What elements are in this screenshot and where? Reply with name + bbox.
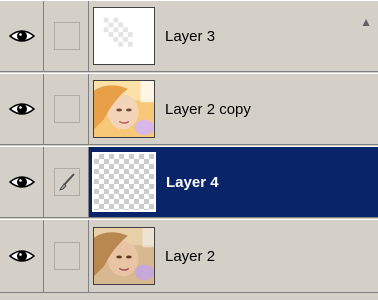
- layers-panel: Layer 3 ▲ Layer 2 copy Layer 4 Layer 2: [0, 0, 378, 300]
- layer-main[interactable]: Layer 2: [89, 220, 378, 292]
- layer-row-layer-3[interactable]: Layer 3 ▲: [0, 0, 378, 72]
- link-toggle[interactable]: [45, 74, 89, 144]
- layer-row-layer-2[interactable]: Layer 2: [0, 219, 378, 300]
- link-toggle[interactable]: [45, 220, 89, 292]
- panel-footer: [0, 292, 378, 300]
- layer-thumbnail: [93, 7, 155, 65]
- layer-name: Layer 3: [165, 27, 216, 45]
- layer-thumbnail: [92, 152, 156, 212]
- paintbrush-icon: [58, 173, 75, 191]
- eye-icon: [8, 250, 35, 262]
- link-box: [53, 95, 80, 123]
- layer-name: Layer 4: [166, 173, 219, 191]
- link-box: [53, 22, 80, 50]
- link-toggle[interactable]: [45, 1, 89, 71]
- visibility-toggle[interactable]: [0, 147, 44, 217]
- link-box: [53, 168, 80, 196]
- layer-row-layer-2-copy[interactable]: Layer 2 copy: [0, 73, 378, 145]
- eye-icon: [8, 30, 35, 42]
- layer-name: Layer 2: [165, 247, 216, 265]
- layer-row-layer-4[interactable]: Layer 4: [0, 146, 378, 218]
- layer-main[interactable]: Layer 4: [89, 147, 378, 217]
- layer-thumbnail: [93, 227, 155, 285]
- link-toggle[interactable]: [45, 147, 89, 217]
- scroll-arrow-icon[interactable]: ▲: [360, 15, 372, 29]
- eye-icon: [8, 176, 35, 188]
- link-box: [53, 242, 80, 270]
- layer-main[interactable]: Layer 2 copy: [89, 74, 378, 144]
- layer-main[interactable]: Layer 3 ▲: [89, 1, 378, 71]
- visibility-toggle[interactable]: [0, 1, 44, 71]
- visibility-toggle[interactable]: [0, 220, 44, 292]
- layer-name: Layer 2 copy: [165, 100, 251, 118]
- eye-icon: [8, 103, 35, 115]
- visibility-toggle[interactable]: [0, 74, 44, 144]
- layer-thumbnail: [93, 80, 155, 138]
